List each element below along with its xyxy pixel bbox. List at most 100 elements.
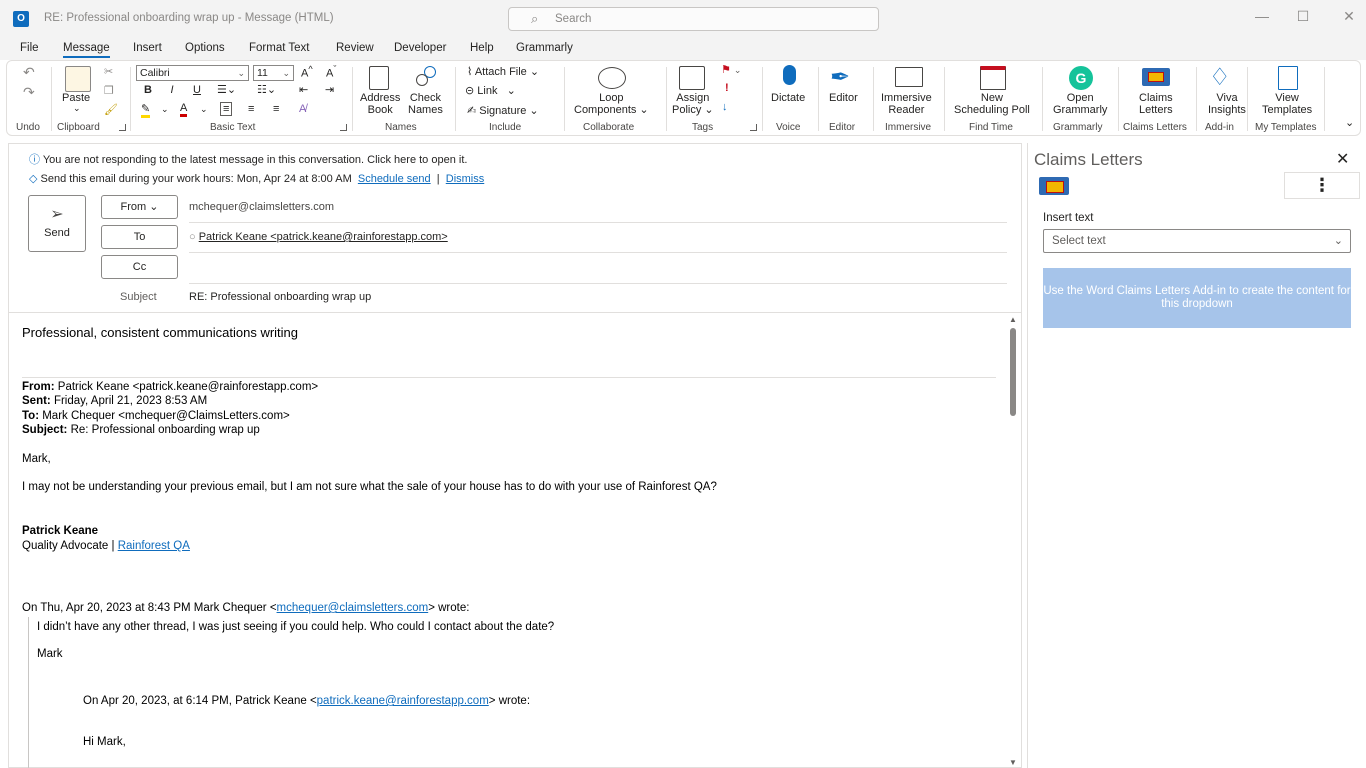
tags-dialog-launcher[interactable] [750,124,757,131]
insert-text-select[interactable]: Select text ⌄ [1043,229,1351,253]
chevron-down-icon[interactable]: ⌄ [73,103,81,114]
more-options-button[interactable]: ⋮ [1284,172,1360,199]
increase-indent-icon[interactable]: ⇥ [325,83,334,96]
menu-format-text[interactable]: Format Text [249,42,310,54]
menu-insert[interactable]: Insert [133,42,162,54]
menu-options[interactable]: Options [185,42,225,54]
high-importance-icon[interactable]: ! [725,82,729,94]
body-scrollbar[interactable]: ▲ ▼ [1008,315,1018,768]
to-field[interactable]: ○ Patrick Keane <patrick.keane@rainfores… [189,231,448,243]
quote-1-email-link[interactable]: mchequer@claimsletters.com [277,602,429,614]
signature-button[interactable]: ✍ Signature ⌄ [467,104,539,117]
quote-header-1-pre: On Thu, Apr 20, 2023 at 8:43 PM Mark Che… [22,602,277,614]
search-box[interactable]: ⌕ Search [508,7,879,31]
dismiss-link[interactable]: Dismiss [446,173,485,185]
italic-button[interactable]: I [164,84,180,96]
menu-grammarly[interactable]: Grammarly [516,42,573,54]
assign-policy-button[interactable]: Assign Policy ⌄ [672,92,714,116]
info-bar-conversation[interactable]: ⓘ You are not responding to the latest m… [29,151,467,167]
address-book-icon[interactable] [369,66,389,90]
close-icon[interactable]: ✕ [1336,149,1349,169]
attach-file-button[interactable]: ⌇ Attach File ⌄ [467,65,539,78]
scheduling-poll-icon[interactable] [980,66,1006,90]
viva-insights-button[interactable]: Viva Insights [1208,92,1246,116]
low-importance-icon[interactable]: ↓ [722,101,728,113]
close-window-button[interactable]: ✕ [1339,8,1359,25]
maximize-button[interactable]: ☐ [1293,8,1313,25]
menu-developer[interactable]: Developer [394,42,446,54]
message-body[interactable]: Professional, consistent communications … [9,314,1007,768]
separator [130,67,131,131]
schedule-icon: ◇ [29,173,41,185]
undo-icon[interactable]: ↶ [23,64,35,81]
send-button[interactable]: ➢ Send [28,195,86,252]
attach-file-label: Attach File [474,66,527,78]
redo-icon[interactable]: ↷ [23,84,35,101]
microphone-icon[interactable] [783,65,796,85]
new-scheduling-poll-button[interactable]: New Scheduling Poll [954,92,1030,116]
minimize-button[interactable]: — [1252,8,1272,24]
menu-help[interactable]: Help [470,42,494,54]
header-to-value: Mark Chequer <mchequer@ClaimsLetters.com… [39,410,290,422]
menu-review[interactable]: Review [336,42,374,54]
basic-text-dialog-launcher[interactable] [340,124,347,131]
grammarly-icon[interactable]: G [1069,66,1093,90]
underline-button[interactable]: U [189,84,205,96]
cut-icon[interactable]: ✂ [104,65,113,78]
clipboard-dialog-launcher[interactable] [119,124,126,131]
immersive-reader-button[interactable]: Immersive Reader [881,92,932,116]
open-grammarly-button[interactable]: Open Grammarly [1053,92,1107,116]
follow-up-flag-icon[interactable]: ⚑ ⌄ [721,63,741,76]
schedule-send-link[interactable]: Schedule send [358,173,431,185]
ribbon-options-chevron-icon[interactable]: ⌄ [1345,116,1354,129]
editor-button[interactable]: Editor [829,92,858,104]
check-names-button[interactable]: Check Names [408,92,443,116]
scroll-thumb[interactable] [1010,328,1016,416]
scroll-up-icon[interactable]: ▲ [1009,315,1017,324]
subject-input[interactable]: RE: Professional onboarding wrap up [189,291,371,303]
paste-icon[interactable] [65,66,91,92]
align-left-icon[interactable]: ≡ [220,102,233,116]
cc-input[interactable] [189,258,1007,280]
check-names-icon[interactable] [414,66,440,90]
menu-message[interactable]: Message [63,42,110,58]
cc-button[interactable]: Cc [101,255,178,279]
bold-button[interactable]: B [140,84,156,96]
font-size-combo[interactable]: 11 ⌄ [253,65,294,81]
to-button[interactable]: To [101,225,178,249]
address-book-button[interactable]: Address Book [360,92,400,116]
quote-2-email-link[interactable]: patrick.keane@rainforestapp.com [317,695,489,707]
clear-formatting-icon[interactable]: A̸ [299,103,306,115]
copy-icon[interactable]: ❐ [104,84,114,97]
from-button[interactable]: From ⌄ [101,195,178,219]
to-recipient[interactable]: Patrick Keane <patrick.keane@rainforesta… [199,231,448,243]
format-painter-icon[interactable]: 🖌 [104,103,118,116]
templates-icon[interactable] [1278,66,1298,90]
scroll-down-icon[interactable]: ▼ [1009,758,1017,767]
assign-policy-icon[interactable] [679,66,705,90]
view-templates-button[interactable]: View Templates [1262,92,1312,116]
font-color-icon[interactable]: A [180,102,188,117]
loop-icon[interactable] [598,67,626,89]
chevron-down-icon[interactable]: ⌄ [161,104,169,115]
decrease-indent-icon[interactable]: ⇤ [299,83,308,96]
grow-font-icon[interactable]: A^ [301,64,313,80]
link-button[interactable]: ⊝ Link ⌄ [465,84,516,97]
numbering-icon[interactable]: ☷⌄ [257,83,276,96]
claims-letters-button[interactable]: Claims Letters [1139,92,1173,116]
dictate-button[interactable]: Dictate [771,92,805,104]
claims-letters-icon[interactable] [1142,68,1170,86]
shrink-font-icon[interactable]: Aˇ [326,64,336,80]
font-name-combo[interactable]: Calibri ⌄ [136,65,249,81]
chevron-down-icon[interactable]: ⌄ [200,104,208,115]
editor-icon[interactable]: ✒ [830,63,850,92]
immersive-reader-icon[interactable] [895,67,923,87]
highlight-icon[interactable]: ✎ [141,104,151,118]
viva-insights-icon[interactable]: ♢ [1209,63,1231,92]
loop-components-button[interactable]: Loop Components ⌄ [574,92,649,116]
menu-file[interactable]: File [20,42,39,54]
align-center-icon[interactable]: ≡ [248,103,254,115]
signature-company-link[interactable]: Rainforest QA [118,540,190,552]
align-right-icon[interactable]: ≡ [273,103,279,115]
bullets-icon[interactable]: ☰⌄ [217,83,236,96]
